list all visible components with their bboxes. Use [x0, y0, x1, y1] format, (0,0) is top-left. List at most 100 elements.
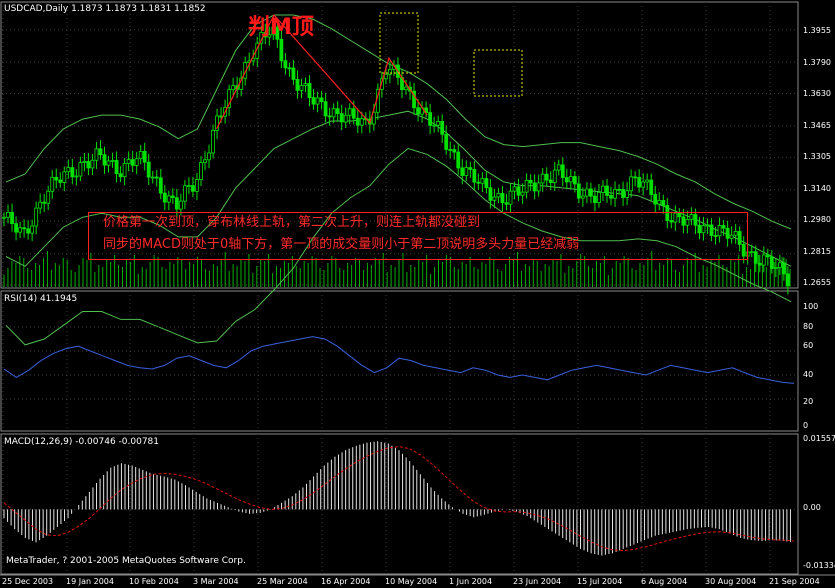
candle-body: [295, 78, 300, 91]
candle-body: [500, 193, 505, 204]
candle-body: [504, 202, 509, 205]
candle-body: [456, 151, 461, 169]
candle-body: [749, 251, 754, 254]
candle-body: [540, 173, 545, 184]
candle-body: [142, 150, 147, 163]
candle-body: [444, 133, 449, 150]
price-panel-label: USDCAD,Daily 1.1873 1.1873 1.1831 1.1852: [4, 4, 206, 14]
candle-body: [146, 161, 151, 178]
candle-body: [303, 83, 308, 87]
annotation-line-1: 价格第一次到顶，穿布林线上轨，第二次上升，则连上轨都没碰到: [103, 215, 481, 230]
candle-body: [548, 179, 553, 183]
candle-body: [62, 171, 67, 183]
candle-body: [138, 150, 143, 160]
price-tick: 1.3790: [803, 58, 831, 67]
candle-body: [90, 159, 95, 169]
candle-body: [532, 182, 537, 192]
candle-body: [472, 169, 477, 183]
date-tick: 21 Sep 2004: [769, 577, 820, 586]
candle-body: [162, 192, 167, 203]
candle-body: [440, 121, 445, 135]
candle-body: [82, 161, 87, 163]
price-tick: 1.3630: [803, 89, 831, 98]
price-tick: 1.3305: [803, 152, 831, 161]
macd-tick: 0.01557: [803, 434, 835, 443]
candle-body: [488, 187, 493, 201]
candle-body: [94, 148, 99, 161]
annotation-box: 价格第一次到顶，穿布林线上轨，第二次上升，则连上轨都没碰到 同步的MACD则处于…: [88, 212, 748, 260]
candle-body: [343, 114, 348, 123]
candle-body: [26, 228, 31, 234]
candle-body: [617, 188, 621, 191]
candle-body: [512, 186, 517, 192]
candle-body: [203, 159, 207, 163]
date-tick: 10 May 2004: [385, 577, 438, 586]
candle-body: [299, 85, 304, 91]
candle-body: [347, 108, 352, 116]
date-tick: 10 Feb 2004: [129, 577, 179, 586]
candle-body: [74, 175, 79, 178]
candle-body: [279, 38, 284, 62]
candle-body: [315, 97, 320, 105]
candle-body: [520, 191, 525, 196]
rsi-tick: 60: [803, 341, 814, 350]
candle-body: [22, 227, 27, 230]
candle-body: [46, 190, 51, 204]
candle-body: [150, 176, 155, 179]
candle-body: [757, 262, 762, 266]
candle-body: [114, 159, 119, 175]
second-top-marker-box: [473, 49, 523, 97]
date-tick: 25 Dec 2003: [2, 577, 54, 586]
m-top-title: 判M顶: [248, 15, 314, 40]
candle-body: [30, 225, 35, 234]
candle-body: [476, 181, 481, 184]
candle-body: [6, 211, 10, 218]
candle-body: [383, 73, 388, 80]
candle-body: [70, 167, 75, 178]
price-tick: 1.3465: [803, 121, 831, 130]
candle-body: [496, 193, 501, 198]
candle-body: [576, 183, 581, 199]
candle-body: [199, 162, 203, 180]
candle-body: [580, 195, 585, 199]
candle-body: [178, 200, 183, 210]
candle-body: [54, 176, 59, 181]
candle-body: [291, 67, 296, 80]
candle-body: [464, 167, 469, 176]
candle-body: [58, 179, 63, 183]
candle-body: [154, 176, 159, 179]
candle-body: [158, 177, 163, 194]
candle-body: [468, 167, 473, 170]
candle-body: [50, 176, 55, 192]
candle-body: [661, 200, 666, 206]
candle-body: [174, 197, 179, 210]
candle-body: [122, 163, 127, 178]
candle-body: [170, 195, 175, 199]
rsi-panel-label: RSI(14) 41.1945: [4, 294, 78, 304]
rsi-tick: 20: [803, 397, 814, 406]
rsi-panel-frame: [0, 290, 799, 432]
candle-body: [524, 179, 529, 193]
candle-body: [649, 179, 654, 195]
candle-body: [102, 154, 107, 166]
candle-body: [327, 115, 332, 118]
annotation-line-2: 同步的MACD则处于0轴下方，第一顶的成交量则小于第二顶说明多头力量已经减弱: [103, 237, 580, 252]
candle-body: [307, 83, 312, 99]
date-tick: 1 Jun 2004: [449, 577, 493, 586]
candle-body: [118, 173, 123, 178]
candle-body: [339, 113, 344, 123]
candle-body: [781, 262, 786, 275]
price-tick: 1.2655: [803, 278, 831, 287]
rsi-line: [3, 336, 795, 384]
candle-body: [187, 185, 191, 187]
candle-body: [428, 112, 433, 126]
candle-body: [641, 181, 646, 188]
candle-body: [564, 177, 569, 183]
candle-body: [568, 176, 573, 183]
macd-tick: -0.01334: [803, 561, 835, 570]
rsi-tick: 100: [803, 302, 819, 311]
candle-body: [492, 196, 497, 201]
candle-body: [207, 152, 211, 161]
candle-body: [432, 124, 437, 127]
candle-body: [130, 159, 135, 166]
